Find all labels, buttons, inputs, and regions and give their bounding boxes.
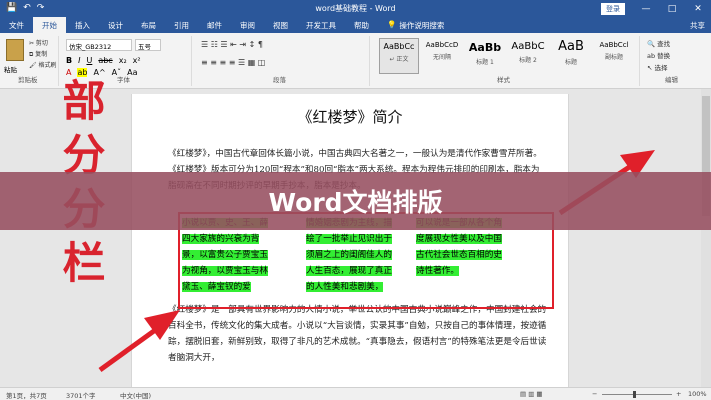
language-indicator[interactable]: 中文(中国) <box>120 390 151 400</box>
view-mode-icons[interactable]: ▤ ▥ ▦ <box>520 390 543 398</box>
zoom-slider-knob[interactable] <box>633 391 636 398</box>
arrow-lower-left <box>98 310 180 373</box>
title-banner: Word文档排版 <box>0 172 711 230</box>
zoom-slider[interactable] <box>602 394 672 395</box>
banner-text: Word文档排版 <box>268 188 443 217</box>
status-bar: 第1页，共7页 3701个字 中文(中国) ▤ ▥ ▦ − + 100% <box>0 387 711 400</box>
page-count[interactable]: 第1页，共7页 <box>6 390 47 400</box>
zoom-in-button[interactable]: + <box>676 390 681 398</box>
zoom-out-button[interactable]: − <box>592 390 597 398</box>
word-count[interactable]: 3701个字 <box>66 390 96 400</box>
zoom-level[interactable]: 100% <box>688 390 707 398</box>
